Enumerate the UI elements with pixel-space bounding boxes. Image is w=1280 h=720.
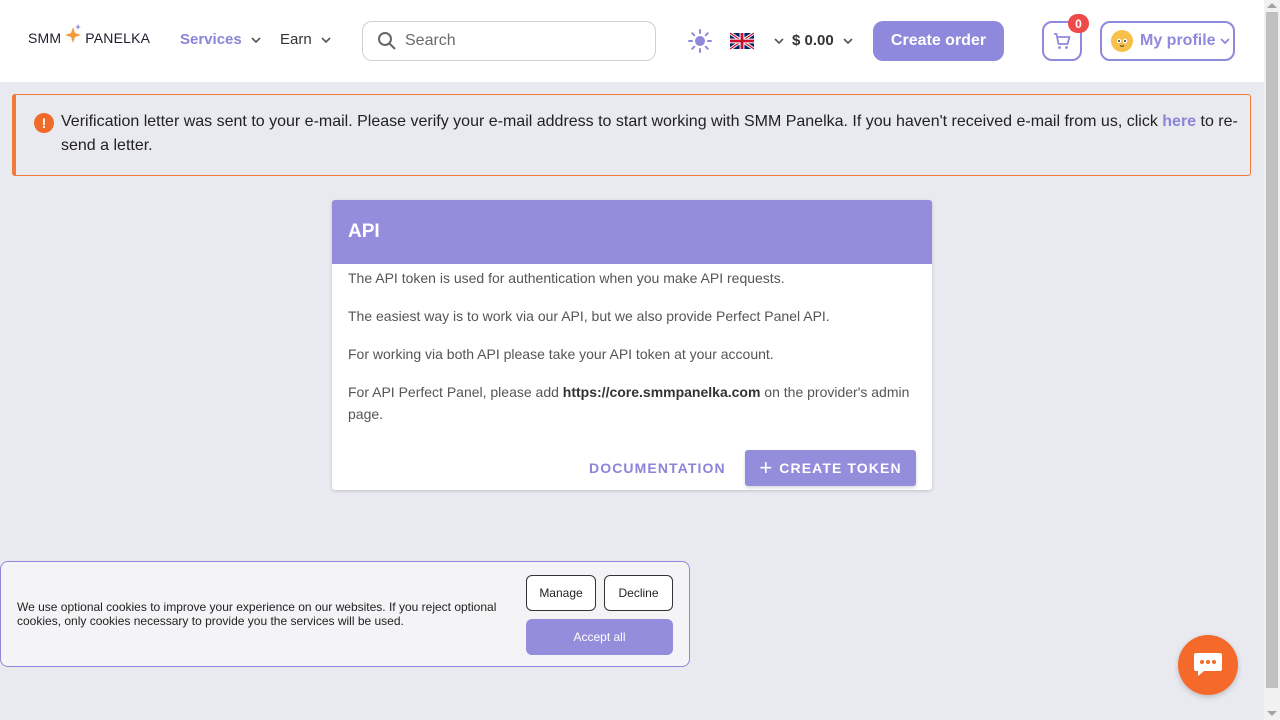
cookie-manage-button[interactable]: Manage [526,575,596,611]
api-paragraph-1: The API token is used for authentication… [348,270,785,286]
chevron-down-icon [251,36,261,43]
resend-link[interactable]: here [1162,113,1196,130]
top-header: SMM PANELKA Services Earn $ 0.00 [0,0,1264,82]
api-card: API The API token is used for authentica… [332,200,932,490]
sparkle-icon [65,24,82,43]
logo-text-left: SMM [28,30,62,46]
cart-count-badge: 0 [1068,14,1089,33]
nav-earn[interactable]: Earn [280,31,331,48]
cookie-decline-button[interactable]: Decline [604,575,673,611]
avatar [1111,30,1133,52]
cart-icon [1054,33,1071,49]
theme-toggle-icon[interactable] [688,29,712,53]
cookie-accept-all-button[interactable]: Accept all [526,619,673,655]
cookie-message: We use optional cookies to improve your … [17,600,497,628]
logo[interactable]: SMM PANELKA [28,24,151,46]
create-order-button[interactable]: Create order [873,21,1004,61]
chat-bubble-icon [1194,653,1222,676]
scroll-up-arrow-icon[interactable] [1267,3,1277,8]
alert-message: Verification letter was sent to your e-m… [61,110,1241,158]
cookie-banner: We use optional cookies to improve your … [0,561,690,667]
nav-services-label: Services [180,31,242,48]
api-card-title: API [332,200,932,264]
uk-flag-icon[interactable] [730,32,754,50]
balance-dropdown[interactable]: $ 0.00 [792,32,853,49]
nav-earn-label: Earn [280,31,312,48]
nav-services[interactable]: Services [180,31,261,48]
profile-label: My profile [1140,32,1216,49]
balance-value: $ 0.00 [792,32,834,49]
api-core-url: https://core.smmpanelka.com [562,384,761,400]
plus-icon: + [759,455,774,480]
api-paragraph-3: For working via both API please take you… [348,346,774,362]
chevron-down-icon[interactable] [774,36,784,46]
chat-button[interactable] [1178,635,1238,695]
alert-text-before: Verification letter was sent to your e-m… [61,113,1163,130]
api-p4-before: For API Perfect Panel, please add [348,384,563,400]
api-paragraph-2: The easiest way is to work via our API, … [348,308,830,324]
api-paragraph-4: For API Perfect Panel, please add https:… [348,381,916,425]
search-box[interactable] [362,21,656,61]
logo-text-right: PANELKA [85,30,151,46]
chevron-down-icon [321,36,331,43]
cat-avatar-icon [1113,32,1131,51]
create-token-button[interactable]: + CREATE TOKEN [745,450,916,486]
verification-alert: ! Verification letter was sent to your e… [12,94,1251,176]
api-card-body: The API token is used for authentication… [332,264,932,425]
profile-dropdown[interactable]: My profile [1100,21,1235,61]
chevron-down-icon [1219,38,1230,45]
chevron-down-icon [843,37,853,44]
exclamation-icon: ! [34,113,54,133]
documentation-button[interactable]: DOCUMENTATION [589,460,726,476]
create-token-label: CREATE TOKEN [779,460,902,476]
search-input[interactable] [405,32,635,50]
scrollbar-thumb[interactable] [1266,12,1278,688]
search-icon [378,32,396,50]
scroll-down-arrow-icon[interactable] [1267,711,1277,716]
